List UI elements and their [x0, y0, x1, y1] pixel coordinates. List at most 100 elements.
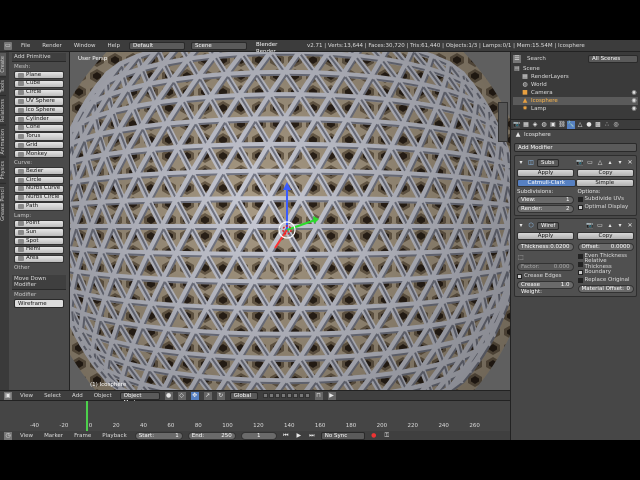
material-tab-icon[interactable]: ●: [585, 121, 593, 129]
add-ico-sphere-button[interactable]: Ico Sphere: [14, 106, 64, 115]
thickness-field[interactable]: Thickness: 0.0200: [517, 243, 574, 251]
rotate-icon[interactable]: ↻: [216, 391, 225, 400]
visibility-eye-icon[interactable]: ◉: [630, 97, 638, 105]
orientation-select[interactable]: Global: [229, 391, 258, 400]
remove-modifier-icon[interactable]: ✕: [626, 222, 634, 230]
subsurf-apply-button[interactable]: Apply: [517, 169, 574, 177]
tab-physics[interactable]: Physics: [0, 157, 6, 183]
offset-field[interactable]: Offset: 0.0000: [577, 243, 634, 251]
add-torus-button[interactable]: Torus: [14, 132, 64, 141]
physics-tab-icon[interactable]: ◎: [612, 121, 620, 129]
menu-help[interactable]: Help: [105, 43, 124, 49]
wireframe-copy-button[interactable]: Copy: [577, 232, 634, 240]
wireframe-name-field[interactable]: Wiref: [537, 221, 559, 230]
tab-create[interactable]: Create: [0, 52, 6, 76]
render-preview-icon[interactable]: ▶: [327, 391, 336, 400]
timeline-menu-marker[interactable]: Marker: [41, 433, 66, 439]
add-grid-button[interactable]: Grid: [14, 141, 64, 150]
render-levels-field[interactable]: Render: 2: [517, 205, 574, 213]
add-cube-button[interactable]: Cube: [14, 79, 64, 88]
outliner-scenes-select[interactable]: All Scenes: [588, 54, 638, 63]
constraints-tab-icon[interactable]: ⛓: [558, 121, 566, 129]
end-frame-field[interactable]: End: 250: [187, 431, 236, 440]
add-primitive-panel-header[interactable]: Add Primitive: [12, 53, 66, 62]
mode-select[interactable]: Object Mode: [119, 391, 160, 406]
outliner-item-scene[interactable]: ▤ Scene: [513, 65, 638, 73]
modifiers-tab-icon[interactable]: 🔧: [567, 120, 575, 129]
remove-modifier-icon[interactable]: ✕: [626, 159, 634, 167]
render-toggle-icon[interactable]: 📷: [586, 222, 594, 230]
render-toggle-icon[interactable]: 📷: [576, 159, 584, 167]
screen-layout-field[interactable]: Default: [129, 41, 186, 50]
outliner-item-world[interactable]: ◍ World: [513, 81, 638, 89]
subsurf-name-field[interactable]: Subs: [537, 158, 559, 167]
record-icon[interactable]: ●: [370, 432, 378, 440]
render-tab-icon[interactable]: 📷: [513, 121, 521, 129]
relative-thickness-checkbox[interactable]: Relative Thickness: [577, 258, 635, 270]
object-tab-icon[interactable]: ▣: [549, 121, 557, 129]
manipulator-icon[interactable]: ✥: [190, 391, 199, 400]
outliner-item-renderlayers[interactable]: ▦ RenderLayers: [513, 73, 638, 81]
move-up-icon[interactable]: ▴: [606, 159, 614, 167]
add-sun-lamp-button[interactable]: Sun: [14, 228, 64, 237]
particles-tab-icon[interactable]: ∴: [603, 121, 611, 129]
add-hemi-lamp-button[interactable]: Hemi: [14, 245, 64, 255]
operator-panel-header[interactable]: Move Down Modifier: [12, 274, 66, 290]
outliner-item-icosphere[interactable]: ▲ Icosphere ◉: [513, 97, 638, 105]
view3d-menu-add[interactable]: Add: [69, 393, 86, 399]
add-bezier-button[interactable]: Bezier: [14, 167, 64, 176]
outliner-item-lamp[interactable]: ✸ Lamp ◉: [513, 105, 638, 113]
tab-tools[interactable]: Tools: [0, 75, 6, 95]
timeline-menu-frame[interactable]: Frame: [71, 433, 94, 439]
visibility-eye-icon[interactable]: ◉: [630, 105, 638, 113]
catmull-clark-button[interactable]: Catmull-Clark: [517, 179, 576, 187]
viewport-toggle-icon[interactable]: ▭: [596, 222, 604, 230]
outliner-search-label[interactable]: Search: [524, 56, 549, 62]
sync-select[interactable]: No Sync: [320, 431, 365, 440]
menu-file[interactable]: File: [18, 43, 33, 49]
editor-type-icon[interactable]: ▭: [4, 41, 12, 50]
view3d-menu-object[interactable]: Object: [91, 393, 115, 399]
vertex-group-icon[interactable]: ⬚: [517, 254, 525, 262]
add-point-lamp-button[interactable]: Point: [14, 219, 64, 228]
add-uv-sphere-button[interactable]: UV Sphere: [14, 97, 64, 106]
tab-animation[interactable]: Animation: [0, 124, 6, 158]
menu-render[interactable]: Render: [39, 43, 65, 49]
scene-field[interactable]: Scene: [191, 41, 248, 50]
replace-original-checkbox[interactable]: Replace Original: [577, 276, 635, 284]
simple-button[interactable]: Simple: [575, 179, 634, 187]
subsurf-copy-button[interactable]: Copy: [577, 169, 634, 177]
collapse-arrow-icon[interactable]: ▾: [517, 222, 525, 230]
view3d-editor-icon[interactable]: ▣: [4, 391, 12, 400]
view-levels-field[interactable]: View: 1: [517, 196, 574, 204]
keying-set-icon[interactable]: ⚿: [383, 432, 391, 440]
editmode-toggle-icon[interactable]: △: [596, 159, 604, 167]
layers-tab-icon[interactable]: ▦: [522, 121, 530, 129]
add-path-button[interactable]: Path: [14, 202, 64, 211]
render-engine-select[interactable]: Blender Render: [253, 41, 302, 55]
play-icon[interactable]: ▶: [295, 432, 303, 440]
factor-field[interactable]: Factor: 0.000: [517, 263, 574, 271]
world-tab-icon[interactable]: ◍: [540, 121, 548, 129]
view3d-menu-view[interactable]: View: [17, 393, 36, 399]
start-frame-field[interactable]: Start: 1: [134, 431, 183, 440]
timeline-area[interactable]: -40 -20 0 20 40 60 80 100 120 140 160 18…: [0, 401, 510, 431]
add-curve-circle-button[interactable]: Circle: [14, 176, 64, 185]
shading-icon[interactable]: ●: [164, 391, 173, 400]
move-up-icon[interactable]: ▴: [606, 222, 614, 230]
visibility-eye-icon[interactable]: ◉: [630, 89, 638, 97]
add-area-lamp-button[interactable]: Area: [14, 254, 64, 263]
viewport-toggle-icon[interactable]: ▭: [586, 159, 594, 167]
add-spot-lamp-button[interactable]: Spot: [14, 237, 64, 246]
add-circle-button[interactable]: Circle: [14, 88, 64, 97]
translate-icon[interactable]: ↗: [203, 391, 212, 400]
move-down-icon[interactable]: ▾: [616, 159, 624, 167]
crease-weight-field[interactable]: Crease Weight: 1.0: [517, 281, 574, 295]
tab-relations[interactable]: Relations: [0, 94, 6, 125]
jump-start-icon[interactable]: ⏮: [282, 432, 290, 440]
add-modifier-select[interactable]: Add Modifier: [514, 143, 637, 152]
view3d-menu-select[interactable]: Select: [41, 393, 64, 399]
operator-modifier-field[interactable]: Wireframe: [14, 298, 64, 308]
timeline-menu-playback[interactable]: Playback: [99, 433, 130, 439]
layer-buttons[interactable]: [262, 393, 310, 398]
